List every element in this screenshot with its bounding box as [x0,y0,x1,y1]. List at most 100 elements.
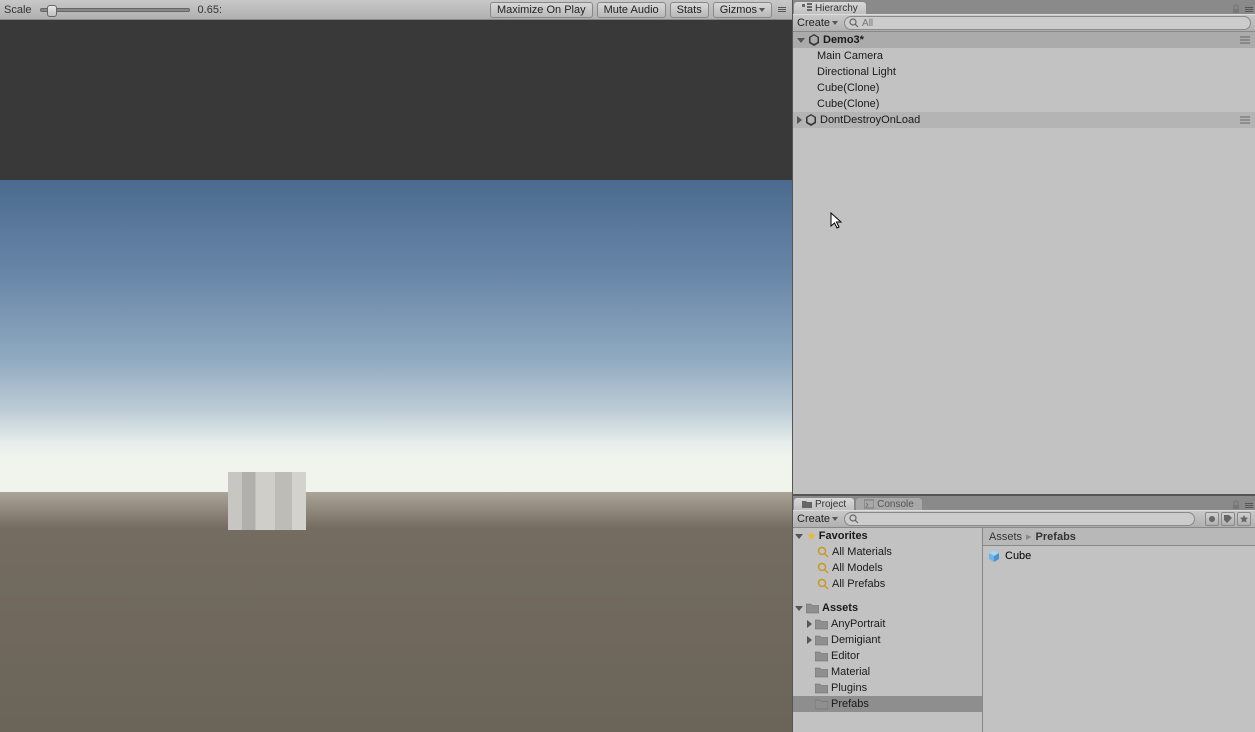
expand-toggle-icon[interactable] [797,38,805,43]
hierarchy-gameobject-row[interactable]: Cube(Clone) [793,96,1255,112]
project-folder-row[interactable]: AnyPortrait [793,616,982,632]
hierarchy-search-input[interactable] [862,18,1246,29]
hierarchy-panel-menu-icon[interactable] [1243,5,1255,14]
project-create-dropdown[interactable]: Create [797,513,838,525]
folder-icon [815,667,828,678]
favorites-label: Favorites [819,530,868,542]
viewport-cube-object [228,472,306,530]
project-folder-row[interactable]: Editor [793,648,982,664]
tab-hierarchy-label: Hierarchy [815,3,858,14]
project-create-label: Create [797,513,830,525]
project-panel: Project Console Create [793,494,1255,732]
viewport-ground [0,492,792,732]
favorites-header[interactable]: ★ Favorites [793,528,982,544]
project-folder-row[interactable]: Prefabs [793,696,982,712]
search-icon [849,514,859,524]
breadcrumb-root[interactable]: Assets [989,531,1022,543]
project-folder-row[interactable]: Plugins [793,680,982,696]
favorite-search-item[interactable]: All Models [793,560,982,576]
folder-icon [815,635,828,646]
project-tabs: Project Console [793,496,1255,510]
project-search-field[interactable] [844,512,1195,526]
scene-row-menu[interactable] [1239,36,1251,44]
project-folder-tree[interactable]: ★ Favorites All MaterialsAll ModelsAll P… [793,528,983,732]
project-panel-menu-icon[interactable] [1243,501,1255,510]
chevron-down-icon [759,8,765,12]
breadcrumb-current[interactable]: Prefabs [1036,531,1076,543]
hierarchy-scene-row[interactable]: DontDestroyOnLoad [793,112,1255,128]
folder-icon [815,651,828,662]
hierarchy-search-field[interactable] [844,16,1251,30]
expand-toggle-icon[interactable] [807,620,812,628]
filter-by-label-button[interactable] [1221,512,1235,526]
breadcrumb-separator: ▸ [1026,530,1032,543]
mute-audio-button[interactable]: Mute Audio [597,2,666,18]
tab-console[interactable]: Console [855,497,923,510]
project-toolbar: Create [793,510,1255,528]
folder-icon [815,683,828,694]
folder-icon [815,619,828,630]
project-filter-buttons [1205,512,1251,526]
chevron-down-icon [832,21,838,25]
maximize-on-play-button[interactable]: Maximize On Play [490,2,593,18]
panel-menu-icon[interactable] [776,5,788,14]
project-folder-row[interactable]: Demigiant [793,632,982,648]
tab-hierarchy[interactable]: Hierarchy [793,1,867,14]
folder-icon [806,603,819,614]
tab-console-label: Console [877,499,914,510]
breadcrumb: Assets ▸ Prefabs [983,528,1255,546]
scene-name: Demo3* [823,34,864,46]
unity-scene-icon [808,34,820,46]
lock-icon[interactable] [1231,500,1241,510]
scale-label: Scale [4,4,32,16]
scene-row-menu[interactable] [1239,116,1251,124]
project-search-input[interactable] [862,514,1190,525]
hierarchy-create-label: Create [797,17,830,29]
hierarchy-toolbar: Create [793,14,1255,32]
tab-project-label: Project [815,499,846,510]
scale-slider[interactable] [40,8,190,12]
search-icon [817,578,829,590]
asset-list[interactable]: Cube [983,546,1255,732]
asset-item[interactable]: Cube [987,548,1251,564]
right-column: Hierarchy Create Demo3* [792,0,1255,732]
search-icon [817,546,829,558]
scale-slider-thumb[interactable] [47,5,57,17]
game-view-panel: Scale 0.65: Maximize On Play Mute Audio … [0,0,792,732]
unity-scene-icon [805,114,817,126]
assets-header[interactable]: Assets [793,600,982,616]
favorite-search-item[interactable]: All Prefabs [793,576,982,592]
expand-toggle-icon[interactable] [807,636,812,644]
hierarchy-create-dropdown[interactable]: Create [797,17,838,29]
hierarchy-tree[interactable]: Demo3* Main CameraDirectional LightCube(… [793,32,1255,494]
filter-by-type-button[interactable] [1205,512,1219,526]
hierarchy-gameobject-row[interactable]: Main Camera [793,48,1255,64]
star-icon: ★ [806,529,817,543]
gizmos-dropdown[interactable]: Gizmos [713,2,772,18]
prefab-icon [987,549,1001,563]
scene-name: DontDestroyOnLoad [820,114,920,126]
favorite-search-item[interactable]: All Materials [793,544,982,560]
game-viewport[interactable] [0,20,792,732]
stats-button[interactable]: Stats [670,2,709,18]
asset-list-view: Assets ▸ Prefabs Cube [983,528,1255,732]
search-icon [817,562,829,574]
hierarchy-tabs: Hierarchy [793,0,1255,14]
gizmos-label: Gizmos [720,4,757,16]
hierarchy-gameobject-row[interactable]: Cube(Clone) [793,80,1255,96]
hierarchy-scene-row[interactable]: Demo3* [793,32,1255,48]
lock-icon[interactable] [1231,4,1241,14]
hierarchy-gameobject-row[interactable]: Directional Light [793,64,1255,80]
project-folder-row[interactable]: Material [793,664,982,680]
search-icon [849,18,859,28]
chevron-down-icon [832,517,838,521]
project-body: ★ Favorites All MaterialsAll ModelsAll P… [793,528,1255,732]
save-search-button[interactable] [1237,512,1251,526]
assets-label: Assets [822,602,858,614]
expand-toggle-icon[interactable] [795,534,803,539]
game-toolbar: Scale 0.65: Maximize On Play Mute Audio … [0,0,792,20]
expand-toggle-icon[interactable] [795,606,803,611]
tab-project[interactable]: Project [793,497,855,510]
expand-toggle-icon[interactable] [797,116,802,124]
scale-value: 0.65: [198,4,222,16]
